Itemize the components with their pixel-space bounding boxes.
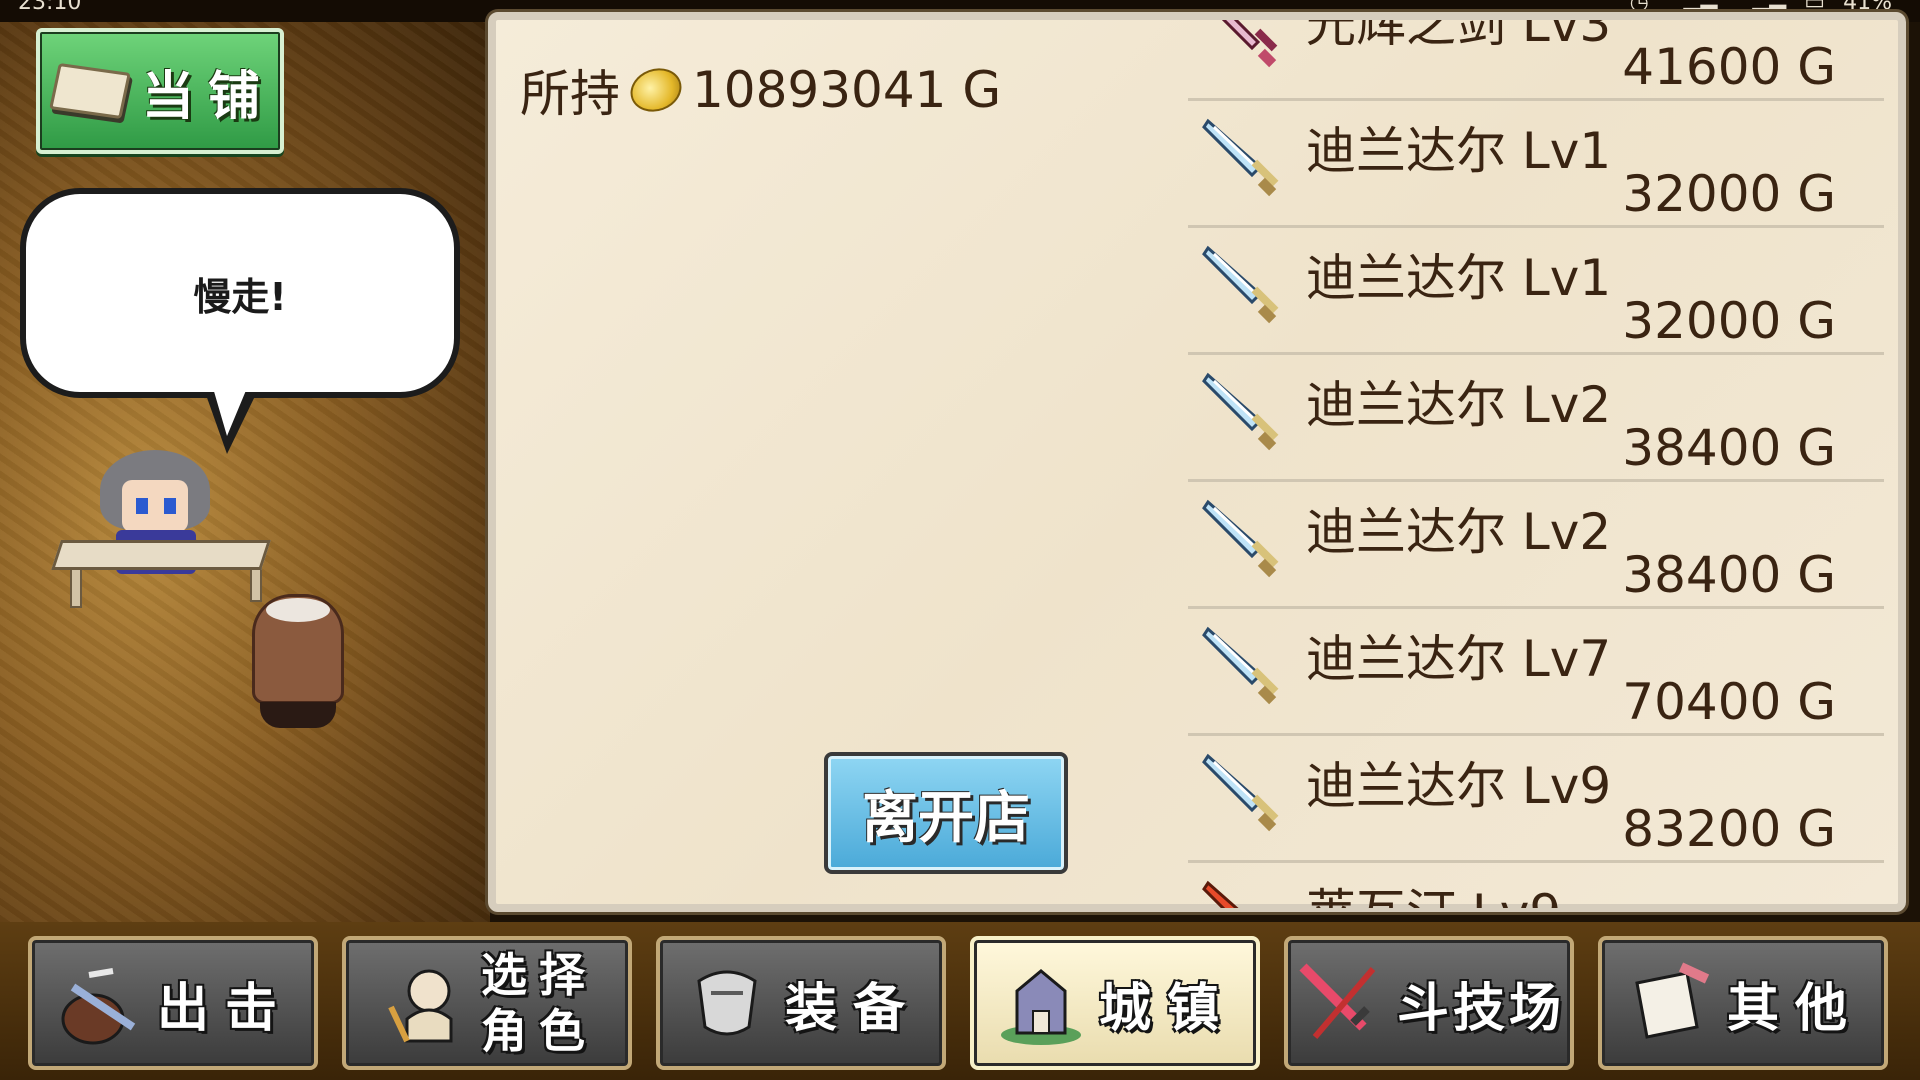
status-icons: ◷ ▁▂▃ ▁▂▃ ▭ 41% [1629,0,1892,15]
item-name: 迪兰达尔 Lv1 [1306,249,1612,307]
nav-equipment-button[interactable]: 装备 [656,936,946,1070]
crystal-sword-icon [1202,245,1279,324]
nav-label-line2: 角色 [481,1004,597,1058]
package-icon [49,62,131,120]
coin-icon [624,61,688,119]
player-sprite [252,594,344,734]
list-item[interactable]: 光辉之剑 Lv3 41600 G [1188,20,1884,101]
item-price: 70400 G [1622,673,1836,731]
armor-icon [697,970,757,1036]
flame-sword-icon [1202,880,1239,908]
bottom-nav: 出击 选择 角色 装备 城镇 斗技场 其他 [0,922,1920,1080]
character-icon [388,969,453,1043]
money-label: 所持 [520,65,620,123]
nav-label: 城镇 [1098,978,1235,1039]
speech-bubble: 慢走! [20,188,460,398]
item-name: 迪兰达尔 Lv1 [1306,122,1612,180]
nav-label: 其他 [1726,978,1863,1039]
alarm-icon: ◷ [1629,0,1649,15]
speech-bubble-tail [205,388,257,454]
counter-leg [70,568,82,608]
item-price: 32000 G [1622,165,1836,223]
crystal-sword-icon [1202,499,1279,578]
item-price: 38400 G [1622,546,1836,604]
list-item[interactable]: 迪兰达尔 Lv9 83200 G [1188,736,1884,863]
signal-icon-2: ▁▂▃ [1735,0,1787,15]
castle-icon [1000,969,1081,1045]
item-name: 迪兰达尔 Lv7 [1306,630,1612,688]
item-name: 光辉之剑 Lv3 [1306,20,1612,53]
nav-town-button[interactable]: 城镇 [970,936,1260,1070]
money-display: 所持 10893041 G [520,54,1001,126]
cannon-icon [61,968,136,1045]
item-name: 迪兰达尔 Lv9 [1306,757,1612,815]
shop-title: 当铺 [142,66,275,127]
nav-label-line1: 选择 [481,948,597,1002]
nav-other-button[interactable]: 其他 [1598,936,1888,1070]
shop-title-badge: 当铺 [36,28,284,154]
battery-icon: ▭ [1804,0,1826,15]
crystal-sword-icon [1202,753,1279,832]
crystal-sword-icon [1202,372,1279,451]
crimson-sword-icon [1221,20,1278,68]
item-price: 41600 G [1622,38,1836,96]
item-name: 迪兰达尔 Lv2 [1306,503,1612,561]
nav-sortie-button[interactable]: 出击 [28,936,318,1070]
swords-icon [1299,963,1376,1039]
nav-label: 选择 角色 [481,947,597,1059]
list-item[interactable]: 莱瓦汀 Lv9 [1188,863,1884,908]
shop-counter [51,540,271,570]
money-amount: 10893041 G [692,61,1002,119]
item-name: 莱瓦汀 Lv9 [1306,873,1561,908]
list-item[interactable]: 迪兰达尔 Lv2 38400 G [1188,482,1884,609]
item-price: 38400 G [1622,419,1836,477]
list-item[interactable]: 迪兰达尔 Lv7 70400 G [1188,609,1884,736]
scroll-icon [1635,962,1710,1039]
item-price: 32000 G [1622,292,1836,350]
battery-level: 41% [1843,0,1892,15]
list-item[interactable]: 迪兰达尔 Lv1 32000 G [1188,101,1884,228]
sell-item-list[interactable]: 光辉之剑 Lv3 41600 G 迪兰达尔 Lv1 32000 G 迪兰达尔 L… [1188,20,1884,908]
item-name: 迪兰达尔 Lv2 [1306,376,1612,434]
signal-icon: ▁▂▃ [1666,0,1718,15]
item-price: 83200 G [1622,800,1836,858]
shop-scene [0,22,490,922]
crystal-sword-icon [1202,118,1279,197]
crystal-sword-icon [1202,626,1279,705]
list-item[interactable]: 迪兰达尔 Lv1 32000 G [1188,228,1884,355]
nav-label: 斗技场 [1396,978,1565,1039]
nav-label: 装备 [784,978,921,1039]
nav-arena-button[interactable]: 斗技场 [1284,936,1574,1070]
nav-select-character-button[interactable]: 选择 角色 [342,936,632,1070]
clock: 23:10 [18,0,82,15]
speech-text: 慢走! [193,274,287,319]
list-item[interactable]: 迪兰达尔 Lv2 38400 G [1188,355,1884,482]
nav-label: 出击 [156,978,293,1039]
leave-shop-button[interactable]: 离开店 [824,752,1068,874]
shop-panel: 所持 10893041 G 离开店 光辉之剑 Lv3 41600 G 迪兰达尔 … [488,12,1906,912]
